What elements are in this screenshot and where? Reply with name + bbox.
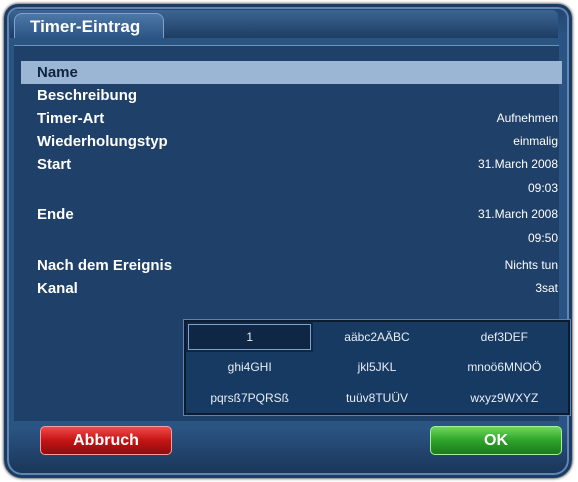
row-name-label: Name — [37, 64, 78, 81]
row-after-event-value: Nichts tun — [504, 258, 558, 272]
keypad-key-5[interactable]: jkl5JKL — [313, 352, 440, 382]
keypad-key-2[interactable]: aäbc2AÄBC — [313, 322, 440, 352]
row-description-label: Beschreibung — [37, 87, 138, 104]
row-timer-type[interactable]: Timer-Art Aufnehmen — [21, 107, 562, 130]
keypad-key-9[interactable]: wxyz9WXYZ — [441, 383, 568, 413]
keypad-key-7[interactable]: pqrsß7PQRSß — [186, 383, 313, 413]
keypad-key-6[interactable]: mnoö6MNOÖ — [441, 352, 568, 382]
row-after-event[interactable]: Nach dem Ereignis Nichts tun — [21, 254, 562, 277]
row-repeat-type[interactable]: Wiederholungstyp einmalig — [21, 130, 562, 153]
row-start-time: 09:03 — [527, 181, 558, 195]
window-title: Timer-Eintrag — [30, 17, 141, 36]
row-start[interactable]: Start 31.March 2008 09:03 — [21, 153, 562, 199]
row-timer-type-value: Aufnehmen — [496, 111, 558, 125]
row-end-label: Ende — [37, 206, 74, 223]
row-end-time: 09:50 — [527, 231, 558, 245]
row-repeat-type-label: Wiederholungstyp — [37, 133, 168, 150]
keypad-key-1[interactable]: 1 — [186, 322, 314, 353]
row-timer-type-label: Timer-Art — [37, 110, 105, 127]
cancel-button[interactable]: Abbruch — [40, 426, 172, 455]
text-input-keypad: 1 aäbc2AÄBC def3DEF ghi4GHI jkl5JKL mnoö… — [183, 319, 571, 416]
row-description[interactable]: Beschreibung — [21, 84, 562, 107]
ok-button[interactable]: OK — [430, 426, 562, 455]
row-start-label: Start — [37, 156, 72, 173]
keypad-key-4[interactable]: ghi4GHI — [186, 352, 313, 382]
row-start-date: 31.March 2008 — [477, 157, 558, 171]
row-channel-label: Kanal — [37, 280, 78, 297]
row-after-event-label: Nach dem Ereignis — [37, 257, 173, 274]
row-channel[interactable]: Kanal 3sat — [21, 277, 562, 300]
row-end-date: 31.March 2008 — [477, 207, 558, 221]
row-name[interactable]: Name — [21, 61, 562, 84]
keypad-key-8[interactable]: tuüv8TUÜV — [313, 383, 440, 413]
row-end[interactable]: Ende 31.March 2008 09:50 — [21, 203, 562, 249]
row-channel-value: 3sat — [535, 281, 558, 295]
keypad-key-3[interactable]: def3DEF — [441, 322, 568, 352]
row-repeat-type-value: einmalig — [513, 134, 558, 148]
